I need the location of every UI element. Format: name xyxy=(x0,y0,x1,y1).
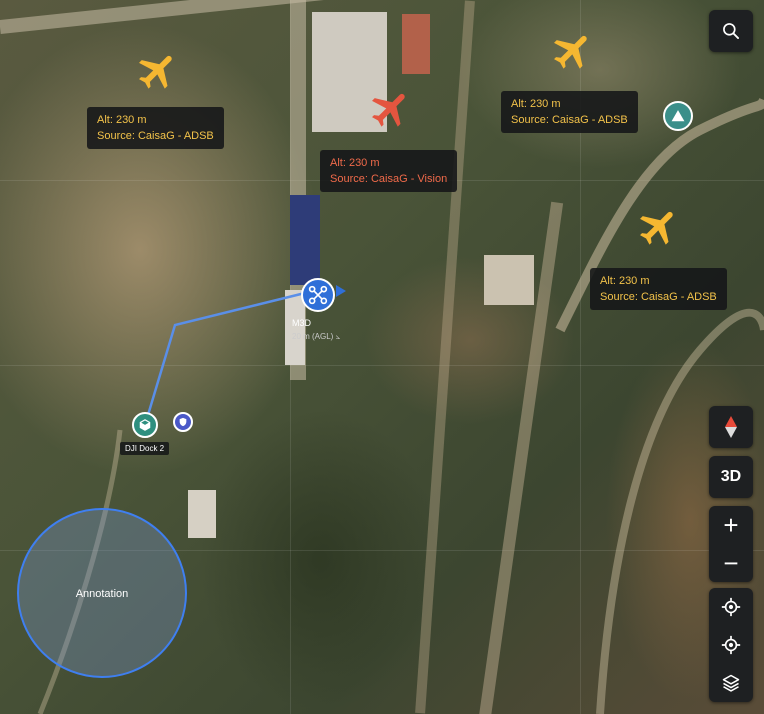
layers-button[interactable] xyxy=(709,664,753,702)
aircraft-altitude: Alt: 230 m xyxy=(511,98,561,110)
dock-marker[interactable] xyxy=(132,412,158,438)
drone-name: M3D xyxy=(292,318,312,328)
search-icon xyxy=(723,23,739,39)
aircraft-altitude: Alt: 230 m xyxy=(330,157,380,169)
zoom-in-button[interactable]: + xyxy=(709,506,753,544)
zoom-controls: + − xyxy=(709,506,753,582)
aircraft-altitude: Alt: 230 m xyxy=(600,275,650,287)
aircraft-info-callout: Alt: 230 m Source: CaisaG - ADSB xyxy=(501,91,638,133)
aircraft-info-callout: Alt: 230 m Source: CaisaG - ADSB xyxy=(87,107,224,149)
aircraft-adsb-marker[interactable] xyxy=(636,204,682,250)
compass-button[interactable] xyxy=(709,406,753,448)
locate-me-button[interactable] xyxy=(709,588,753,626)
drone-altitude: 20 m (AGL) ⦣ xyxy=(292,332,341,341)
drone-heading-icon xyxy=(336,285,346,297)
warning-marker[interactable] xyxy=(663,101,693,131)
dock-label: DJI Dock 2 xyxy=(120,442,170,455)
geofence-marker[interactable] xyxy=(173,412,193,432)
crosshair-icon xyxy=(721,635,741,655)
aircraft-info-callout: Alt: 230 m Source: CaisaG - Vision xyxy=(320,150,458,192)
compass-icon xyxy=(725,416,737,438)
aircraft-source: Source: CaisaG - Vision xyxy=(330,173,448,185)
shield-icon xyxy=(179,417,187,427)
aircraft-source: Source: CaisaG - ADSB xyxy=(97,130,214,142)
annotation-area[interactable]: Annotation xyxy=(17,508,187,678)
airplane-icon xyxy=(554,35,587,69)
annotation-label: Annotation xyxy=(75,588,129,600)
drone-icon xyxy=(308,285,328,305)
dock-box-icon xyxy=(139,419,151,431)
crosshair-icon xyxy=(721,597,741,617)
locate-drone-button[interactable] xyxy=(709,626,753,664)
view-3d-button[interactable]: 3D xyxy=(709,456,753,498)
zoom-out-button[interactable]: − xyxy=(709,544,753,582)
airplane-icon xyxy=(372,93,405,127)
aircraft-info-callout: Alt: 230 m Source: CaisaG - ADSB xyxy=(590,268,727,310)
aircraft-source: Source: CaisaG - ADSB xyxy=(600,291,717,303)
satellite-map[interactable]: Annotation Alt: 230 m Source: CaisaG - A… xyxy=(0,0,764,714)
drone-marker[interactable] xyxy=(301,278,335,312)
aircraft-adsb-marker[interactable] xyxy=(550,28,596,74)
airplane-icon xyxy=(139,55,172,89)
aircraft-source: Source: CaisaG - ADSB xyxy=(511,114,628,126)
aircraft-adsb-marker[interactable] xyxy=(135,48,181,94)
aircraft-vision-marker[interactable] xyxy=(368,86,414,132)
warning-triangle-icon xyxy=(671,110,685,122)
aircraft-altitude: Alt: 230 m xyxy=(97,114,147,126)
search-button[interactable] xyxy=(709,10,753,52)
location-controls xyxy=(709,588,753,702)
drone-label: M3D 20 m (AGL) ⦣ xyxy=(292,317,340,343)
airplane-icon xyxy=(640,211,673,245)
layers-icon xyxy=(722,674,740,692)
